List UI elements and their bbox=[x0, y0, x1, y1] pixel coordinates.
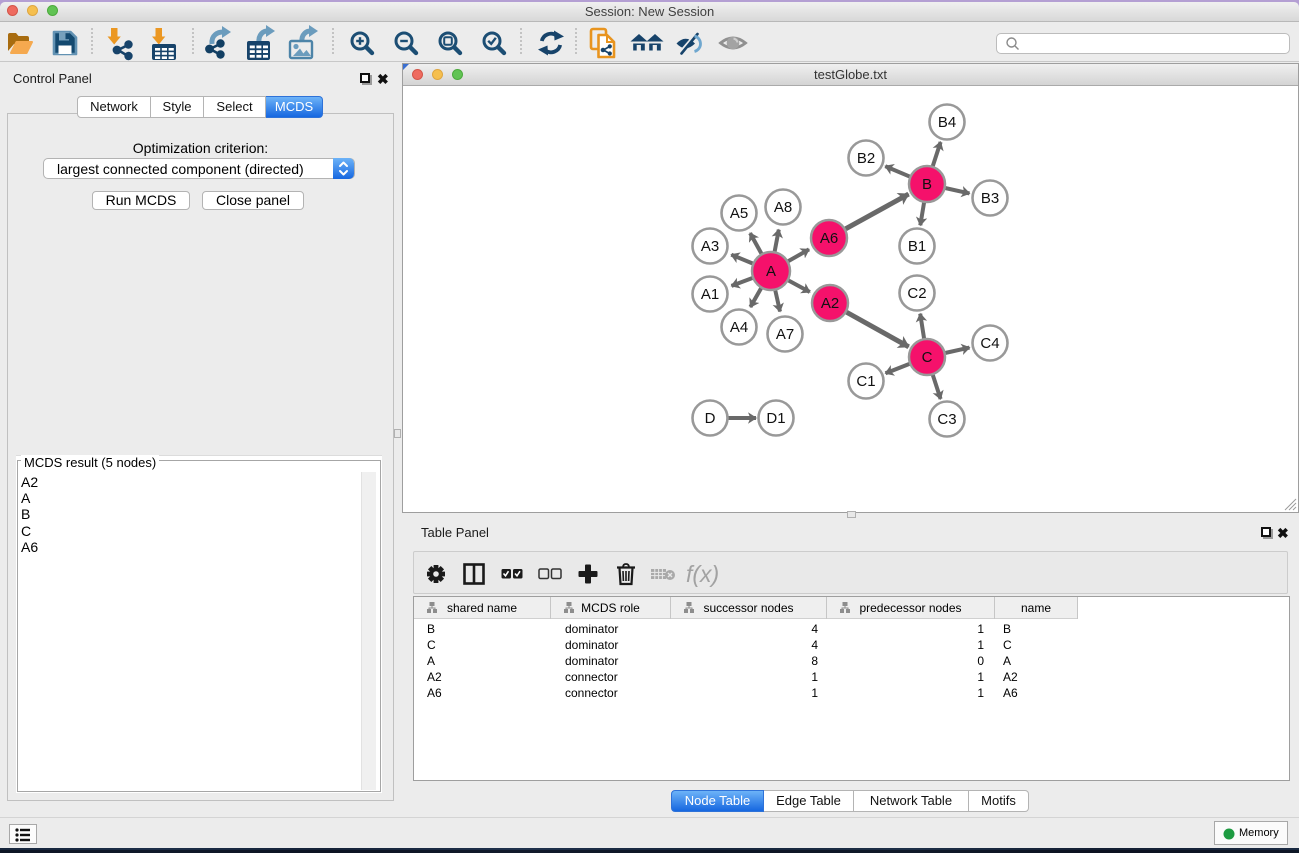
svg-text:A1: A1 bbox=[701, 286, 719, 303]
svg-text:A8: A8 bbox=[774, 199, 792, 216]
svg-text:D1: D1 bbox=[766, 410, 785, 427]
svg-text:C2: C2 bbox=[907, 285, 926, 302]
svg-text:B1: B1 bbox=[908, 238, 926, 255]
svg-text:A: A bbox=[766, 263, 776, 280]
svg-text:B: B bbox=[922, 176, 932, 193]
svg-text:B2: B2 bbox=[857, 150, 875, 167]
svg-text:f(x): f(x) bbox=[686, 561, 719, 587]
svg-text:C4: C4 bbox=[980, 335, 999, 352]
svg-text:A7: A7 bbox=[776, 326, 794, 343]
svg-text:B3: B3 bbox=[981, 190, 999, 207]
svg-text:C3: C3 bbox=[937, 411, 956, 428]
svg-text:D: D bbox=[705, 410, 716, 427]
svg-text:A2: A2 bbox=[821, 295, 839, 312]
svg-text:C: C bbox=[922, 349, 933, 366]
svg-text:A4: A4 bbox=[730, 319, 748, 336]
svg-text:A6: A6 bbox=[820, 230, 838, 247]
svg-text:B4: B4 bbox=[938, 114, 956, 131]
svg-text:C1: C1 bbox=[856, 373, 875, 390]
svg-text:A3: A3 bbox=[701, 238, 719, 255]
svg-text:A5: A5 bbox=[730, 205, 748, 222]
